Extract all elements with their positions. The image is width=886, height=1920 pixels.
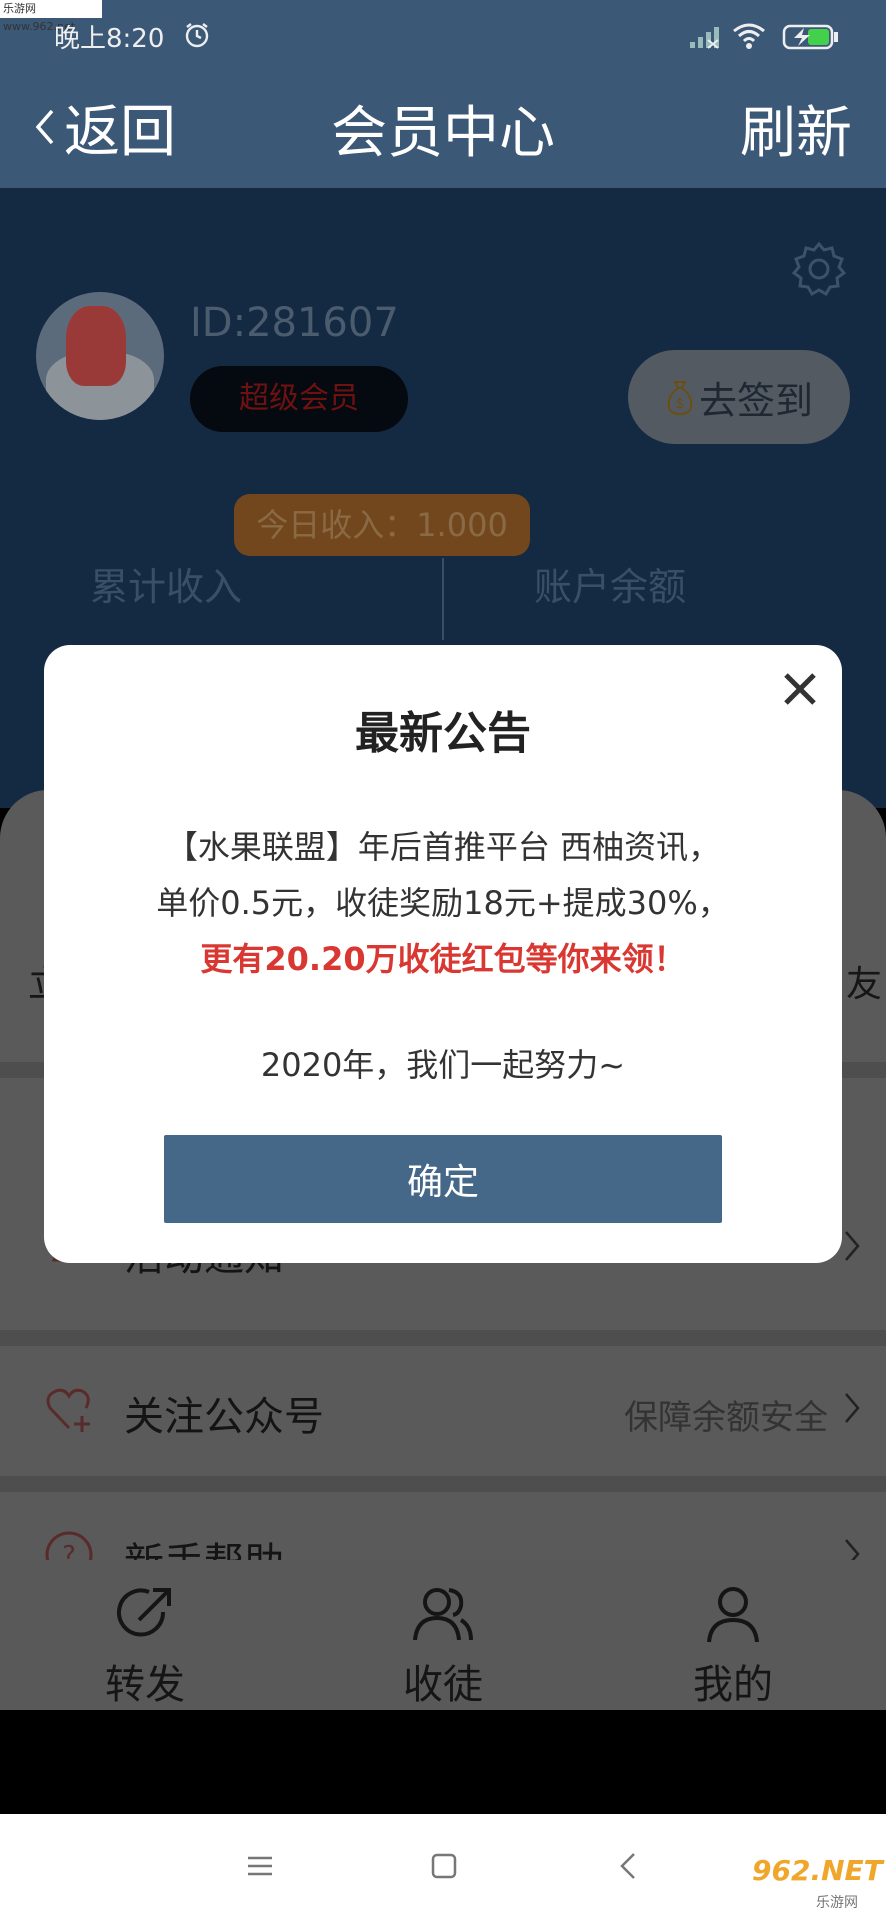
svg-text:$: $ [676,396,685,412]
money-bag-icon: $ [667,381,693,416]
back-nav-icon[interactable] [610,1846,650,1886]
divider [0,1476,886,1492]
tab-label-disciples: 收徒 [403,1662,483,1708]
dialog-title: 最新公告 [355,708,531,759]
black-gap [0,1710,886,1814]
dialog-line-1: 【水果联盟】年后首推平台 西柚资讯， [165,828,721,866]
bottom-tab-bar: 转发 收徒 我的 [0,1560,886,1710]
avatar[interactable] [36,292,164,420]
chevron-right-icon [845,1393,860,1423]
wifi-icon [733,23,765,49]
total-income-label: 累计收入 [90,565,243,609]
home-icon[interactable] [424,1846,464,1886]
vip-badge: 超级会员 [190,366,408,432]
tab-mine[interactable]: 我的 [658,1582,808,1710]
users-icon [413,1588,473,1641]
sign-in-button[interactable]: $ 去签到 [628,350,850,444]
sign-in-label: 去签到 [698,378,813,423]
dialog-highlight: 更有20.20万收徒红包等你来领！ [200,940,686,978]
watermark: 乐游网 www.962.net [0,0,102,33]
status-bar: 乐游网 www.962.net 晚上8:20 [0,0,886,62]
gear-icon[interactable] [790,240,848,298]
menu-hint-follow: 保障余额安全 [624,1398,828,1438]
tab-label-mine: 我的 [693,1662,773,1708]
site-logo: 962.NET 乐游网 [752,1854,884,1914]
status-time: 晚上8:20 [54,24,165,54]
user-icon [707,1587,759,1643]
menu-label-follow: 关注公众号 [124,1394,324,1440]
edge-glyph-right: 友 [846,964,883,1005]
battery-icon [782,24,838,50]
signal-icon [690,27,719,49]
heart-plus-icon [46,1388,90,1432]
share-icon [117,1588,171,1637]
today-income-badge: 今日收入：1.000 [234,494,530,556]
alarm-icon [185,23,209,48]
divider [0,1330,886,1346]
system-nav-bar: 962.NET 乐游网 [0,1814,886,1920]
stat-divider [442,558,444,640]
user-id: ID:281607 [190,300,399,346]
balance-label: 账户余额 [534,565,687,609]
chevron-right-icon [845,1231,860,1261]
logo-subtext: 乐游网 [816,1895,858,1911]
menu-icon[interactable] [240,1846,280,1886]
dialog-body: 【水果联盟】年后首推平台 西柚资讯， 单价0.5元，收徒奖励18元+提成30%，… [44,819,842,1093]
logo-text: 962.NET [752,1854,883,1887]
dialog-line-2: 单价0.5元，收徒奖励18元+提成30%， [156,884,730,922]
refresh-button[interactable]: 刷新 [740,88,852,169]
menu-item-follow[interactable]: 关注公众号 保障余额安全 [0,1346,886,1476]
top-nav-bar: 返回 会员中心 刷新 [0,62,886,188]
dialog-line-4: 2020年，我们一起努力~ [260,1046,626,1084]
confirm-button[interactable]: 确定 [164,1135,722,1223]
tab-disciples[interactable]: 收徒 [368,1582,518,1710]
announcement-dialog: 最新公告 【水果联盟】年后首推平台 西柚资讯， 单价0.5元，收徒奖励18元+提… [44,645,842,1263]
tab-label-share: 转发 [105,1662,185,1708]
tab-share[interactable]: 转发 [70,1582,220,1710]
